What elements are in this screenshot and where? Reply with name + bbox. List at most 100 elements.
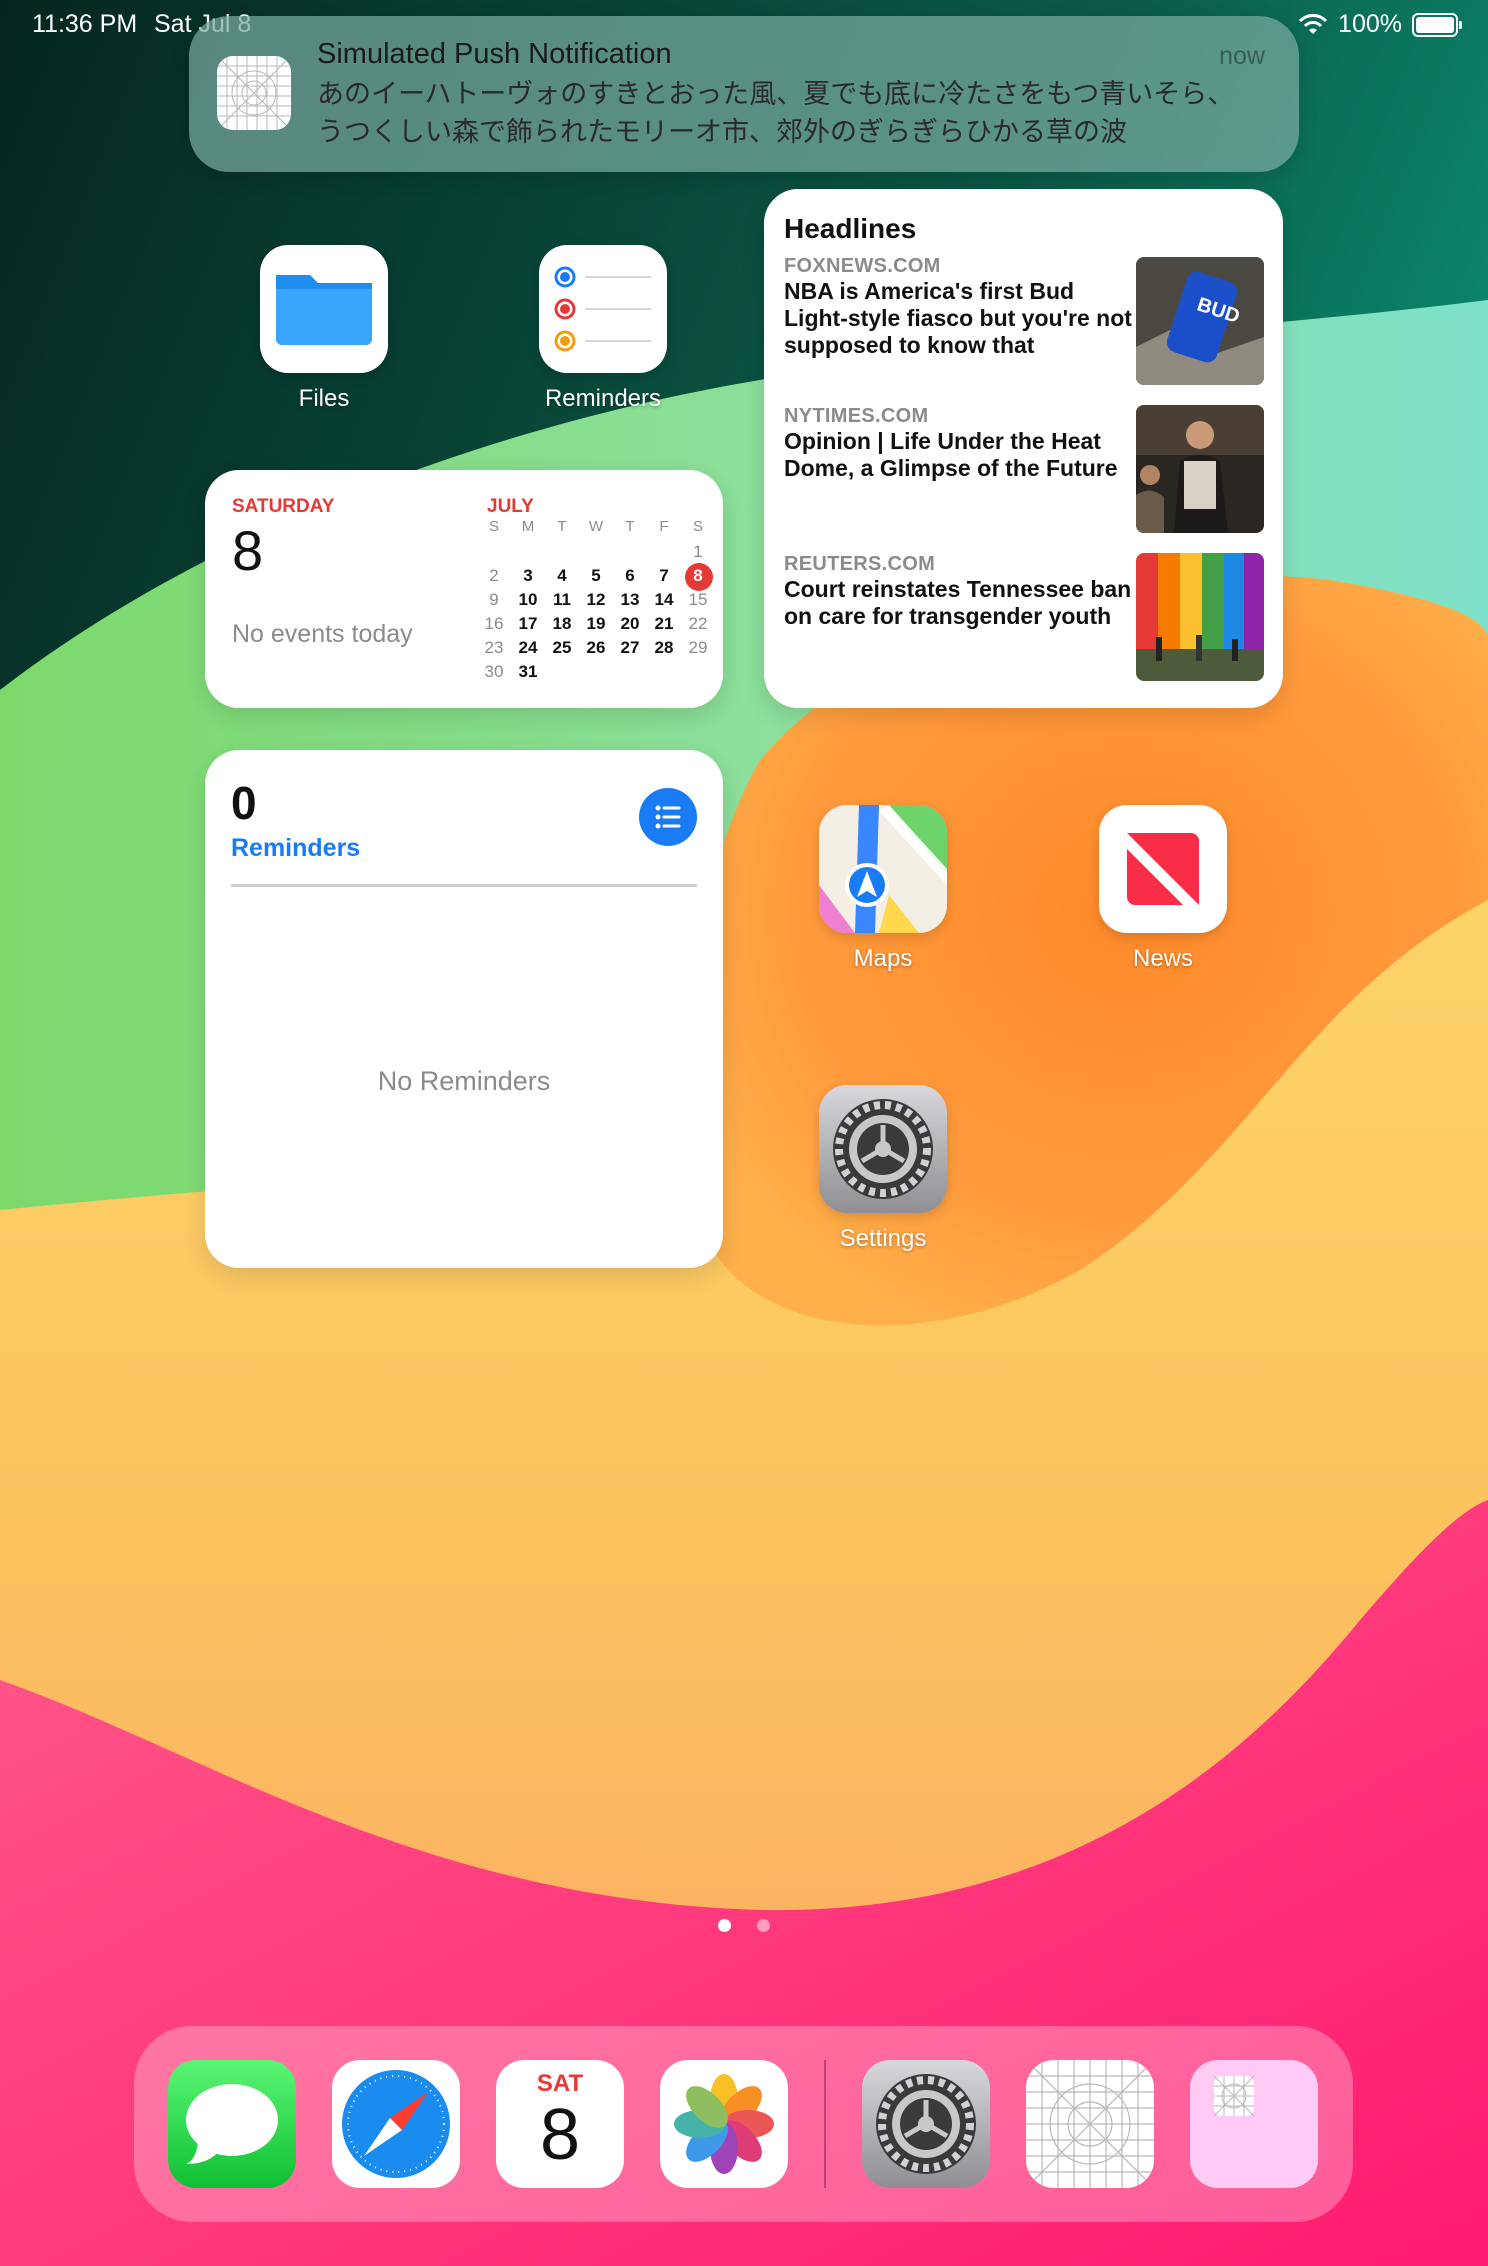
app-maps[interactable]: Maps (783, 805, 983, 973)
calendar-date: 7 (659, 566, 669, 585)
photos-icon[interactable] (660, 2060, 788, 2188)
reminders-icon (539, 245, 667, 373)
calendar-date: 6 (625, 566, 635, 585)
calendar-date: 28 (654, 638, 674, 657)
calendar-day-number: 8 (232, 519, 264, 582)
calendar-date: 4 (557, 566, 567, 585)
headline-item[interactable]: REUTERS.COM Court reinstates Tennessee b… (784, 553, 1144, 630)
page-dot-active[interactable] (717, 1919, 731, 1932)
battery-icon (1412, 12, 1462, 37)
calendar-date: 19 (586, 614, 606, 633)
news-icon (1099, 805, 1227, 933)
news-label: News (1132, 945, 1193, 972)
calendar-month: JULY (487, 496, 534, 517)
push-notification[interactable]: Simulated Push Notification now あのイーハトーヴ… (189, 16, 1299, 172)
headline-item[interactable]: NYTIMES.COM Opinion | Life Under the Hea… (784, 405, 1144, 482)
files-icon (260, 245, 388, 373)
notification-time: now (1219, 42, 1265, 70)
headline-thumbnail (1136, 405, 1264, 533)
calendar-icon[interactable]: SAT 8 (496, 2060, 624, 2188)
calendar-date: 2 (489, 566, 499, 585)
wifi-icon (1298, 13, 1328, 34)
calendar-date: 23 (484, 638, 504, 657)
settings-label: Settings (839, 1225, 927, 1252)
maps-icon (819, 805, 947, 933)
calendar-date: 10 (518, 590, 538, 609)
calendar-date: 21 (654, 614, 674, 633)
weekday-header: M (521, 518, 535, 535)
app-files[interactable]: Files (224, 245, 424, 413)
weekday-header: F (659, 518, 669, 535)
settings-icon (819, 1085, 947, 1213)
files-label: Files (298, 385, 350, 412)
calendar-date: 25 (552, 638, 572, 657)
headline-item[interactable]: FOXNEWS.COM NBA is America's first Bud L… (784, 255, 1144, 359)
calendar-date: 13 (620, 590, 640, 609)
reminders-label: Reminders (544, 385, 662, 412)
headline-thumbnail (1136, 553, 1264, 681)
calendar-date: 9 (489, 590, 499, 609)
calendar-date: 18 (552, 614, 572, 633)
calendar-date: 20 (620, 614, 640, 633)
calendar-weekday: SATURDAY (232, 496, 335, 517)
divider (231, 884, 697, 887)
page-dot[interactable] (757, 1919, 771, 1932)
dock-calendar-day: 8 (539, 2095, 581, 2175)
calendar-date: 14 (654, 590, 674, 609)
calendar-today: 8 (681, 563, 715, 591)
calendar-date: 15 (688, 590, 708, 609)
messages-icon[interactable] (168, 2060, 296, 2188)
weekday-header: T (625, 518, 635, 535)
placeholder-app-icon[interactable] (1026, 2060, 1154, 2188)
headline-text: NBA is America's first Bud Light-style f… (784, 278, 1132, 358)
calendar-date: 3 (523, 566, 533, 585)
notification-title: Simulated Push Notification (317, 38, 672, 70)
news-headlines-widget[interactable]: Headlines FOXNEWS.COM NBA is America's f… (764, 189, 1283, 708)
maps-label: Maps (853, 945, 913, 972)
list-icon[interactable] (639, 788, 697, 846)
safari-icon[interactable] (332, 2060, 460, 2188)
battery-percent: 100% (1338, 10, 1402, 38)
weekday-header: S (488, 518, 499, 535)
calendar-widget[interactable]: SATURDAY 8 No events today JULY S M T W … (205, 470, 723, 708)
headline-source: FOXNEWS.COM (784, 255, 941, 277)
reminders-empty-text: No Reminders (377, 1066, 551, 1096)
status-time: 11:36 PM (32, 10, 138, 38)
dock-separator (824, 2060, 826, 2188)
calendar-date: 27 (620, 638, 640, 657)
notification-body: あのイーハトーヴォのすきとおった風、夏でも底に冷たさをもつ青いそら、うつくしい森… (317, 79, 1235, 148)
app-settings[interactable]: Settings (783, 1085, 983, 1253)
calendar-date: 17 (518, 614, 538, 633)
reminders-widget[interactable]: 0 Reminders No Reminders (205, 750, 723, 1268)
calendar-date: 29 (688, 638, 708, 657)
headline-thumbnail: BUD (1136, 257, 1264, 385)
app-reminders[interactable]: Reminders (503, 245, 703, 413)
settings-icon[interactable] (862, 2060, 990, 2188)
app-library-icon[interactable] (1190, 2060, 1318, 2188)
status-right: 100% (1298, 10, 1462, 39)
calendar-date: 11 (553, 590, 571, 609)
dock: SAT 8 (134, 2026, 1353, 2222)
app-news[interactable]: News (1063, 805, 1263, 973)
weekday-header: T (557, 518, 567, 535)
calendar-date: 24 (518, 638, 538, 657)
headline-text: Opinion | Life Under the Heat Dome, a Gl… (784, 428, 1118, 481)
reminders-widget-label: Reminders (231, 834, 361, 862)
headlines-title: Headlines (784, 213, 917, 244)
calendar-date: 16 (484, 614, 504, 633)
calendar-month-grid: S M T W T F S 1 2 3 4 5 6 7 8 9 10 11 12… (477, 518, 715, 686)
calendar-no-events: No events today (232, 620, 413, 648)
headline-source: NYTIMES.COM (784, 405, 929, 427)
headline-text: Court reinstates Tennessee ban on care f… (784, 576, 1132, 629)
weekday-header: S (692, 518, 703, 535)
calendar-date: 5 (591, 566, 601, 585)
calendar-date: 31 (518, 662, 538, 681)
page-indicator[interactable] (0, 1919, 1488, 1937)
calendar-date: 22 (688, 614, 708, 633)
reminders-count: 0 (231, 777, 257, 829)
weekday-header: W (588, 518, 604, 535)
calendar-date: 30 (484, 662, 504, 681)
placeholder-app-icon (217, 56, 291, 130)
calendar-date: 12 (586, 590, 606, 609)
calendar-date: 26 (586, 638, 606, 657)
